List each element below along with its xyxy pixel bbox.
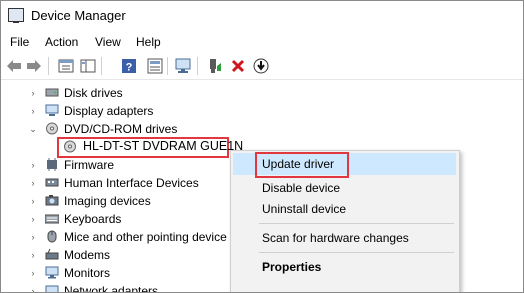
mouse-icon xyxy=(45,230,59,243)
expand-chevron-icon[interactable]: › xyxy=(28,106,38,116)
expand-chevron-icon[interactable]: › xyxy=(28,214,38,224)
forward-icon[interactable] xyxy=(25,57,43,75)
expand-chevron-icon[interactable]: › xyxy=(28,160,38,170)
menu-separator xyxy=(259,223,454,224)
tree-item-label: Display adapters xyxy=(64,104,154,118)
camera-icon xyxy=(45,194,59,207)
tree-item-label: Firmware xyxy=(64,158,114,172)
tree-item-label: Imaging devices xyxy=(64,194,151,208)
context-menu-properties[interactable]: Properties xyxy=(262,260,321,274)
modem-icon xyxy=(45,248,59,261)
tree-item-disk-drives[interactable]: › Disk drives xyxy=(1,84,523,102)
network-icon xyxy=(45,284,59,292)
console-tree-icon[interactable] xyxy=(79,57,97,75)
scan-changes-icon[interactable] xyxy=(174,57,192,75)
tree-item-dvd-cd-rom-drives[interactable]: ⌄ DVD/CD-ROM drives xyxy=(1,120,523,138)
device-manager-window: Device Manager File Action View Help ? ›… xyxy=(0,0,524,293)
tree-item-label: Mice and other pointing device xyxy=(64,230,227,244)
context-menu-update-driver[interactable]: Update driver xyxy=(262,157,334,171)
toolbar-separator xyxy=(48,57,49,75)
title-bar[interactable]: Device Manager xyxy=(1,1,523,31)
tree-item-label: Human Interface Devices xyxy=(64,176,199,190)
menu-view[interactable]: View xyxy=(95,35,121,49)
tree-item-label: Modems xyxy=(64,248,111,262)
menu-action[interactable]: Action xyxy=(45,35,78,49)
collapse-chevron-icon[interactable]: ⌄ xyxy=(28,124,38,134)
keyboard-icon xyxy=(44,212,60,225)
expand-chevron-icon[interactable]: › xyxy=(28,286,38,292)
tree-item-label: Keyboards xyxy=(64,212,122,226)
menu-file[interactable]: File xyxy=(10,35,29,49)
properties-icon[interactable] xyxy=(57,57,75,75)
uninstall-icon[interactable] xyxy=(229,57,247,75)
dvd-icon xyxy=(45,122,59,135)
toolbar-separator xyxy=(101,57,102,75)
menu-separator xyxy=(259,252,454,253)
disk-icon xyxy=(45,86,59,99)
toolbar-separator xyxy=(197,57,198,75)
svg-text:?: ? xyxy=(126,62,133,74)
toolbar-separator xyxy=(167,57,168,75)
window-title: Device Manager xyxy=(31,8,126,23)
dvd-device-icon xyxy=(63,140,77,153)
tree-item-label: Disk drives xyxy=(64,86,123,100)
context-menu-uninstall-device[interactable]: Uninstall device xyxy=(262,202,346,216)
display-icon xyxy=(45,104,59,117)
menu-help[interactable]: Help xyxy=(136,35,161,49)
tree-item-label: HL-DT-ST DVDRAM GUE1N xyxy=(83,139,244,153)
expand-chevron-icon[interactable]: › xyxy=(28,232,38,242)
expand-chevron-icon[interactable]: › xyxy=(28,88,38,98)
tree-item-display-adapters[interactable]: › Display adapters xyxy=(1,102,523,120)
expand-chevron-icon[interactable]: › xyxy=(28,178,38,188)
help-icon[interactable]: ? xyxy=(120,57,138,75)
context-menu: Update driver Disable device Uninstall d… xyxy=(230,150,460,292)
toolbar: ? xyxy=(1,53,523,80)
firmware-icon xyxy=(45,158,59,171)
show-hidden-icon[interactable] xyxy=(146,57,164,75)
context-menu-disable-device[interactable]: Disable device xyxy=(262,181,340,195)
menu-bar: File Action View Help xyxy=(1,33,523,51)
monitor-icon xyxy=(45,266,59,279)
enable-device-icon[interactable] xyxy=(206,57,224,75)
tree-item-label: Network adapters xyxy=(64,284,159,293)
expand-chevron-icon[interactable]: › xyxy=(28,250,38,260)
tree-item-label: Monitors xyxy=(64,266,111,280)
device-manager-icon xyxy=(8,8,24,23)
update-driver-icon[interactable] xyxy=(252,57,270,75)
expand-chevron-icon[interactable]: › xyxy=(28,196,38,206)
tree-item-label: DVD/CD-ROM drives xyxy=(64,122,178,136)
hid-icon xyxy=(45,176,59,189)
back-icon[interactable] xyxy=(5,57,23,75)
context-menu-scan-hardware[interactable]: Scan for hardware changes xyxy=(262,231,409,245)
expand-chevron-icon[interactable]: › xyxy=(28,268,38,278)
